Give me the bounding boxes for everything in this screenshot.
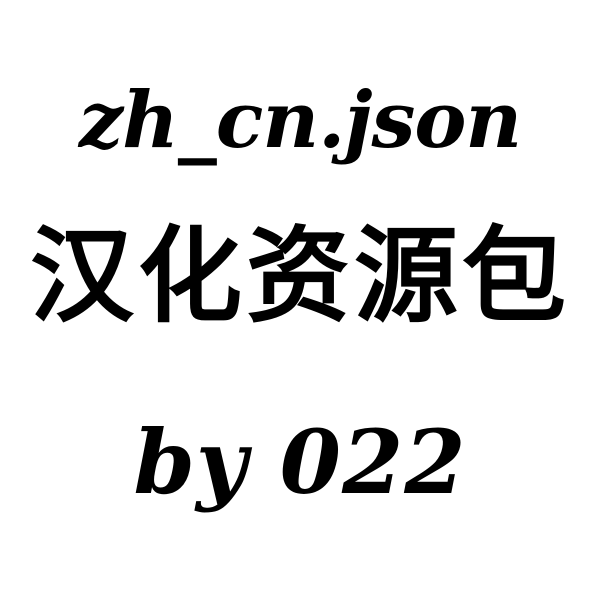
file-name-text: zh_cn.json bbox=[78, 75, 522, 166]
author-credit: by 022 bbox=[133, 410, 467, 514]
resource-pack-title: 汉化资源包 bbox=[29, 215, 570, 337]
cover-image: zh_cn.json 汉化资源包 by 022 bbox=[0, 0, 600, 600]
